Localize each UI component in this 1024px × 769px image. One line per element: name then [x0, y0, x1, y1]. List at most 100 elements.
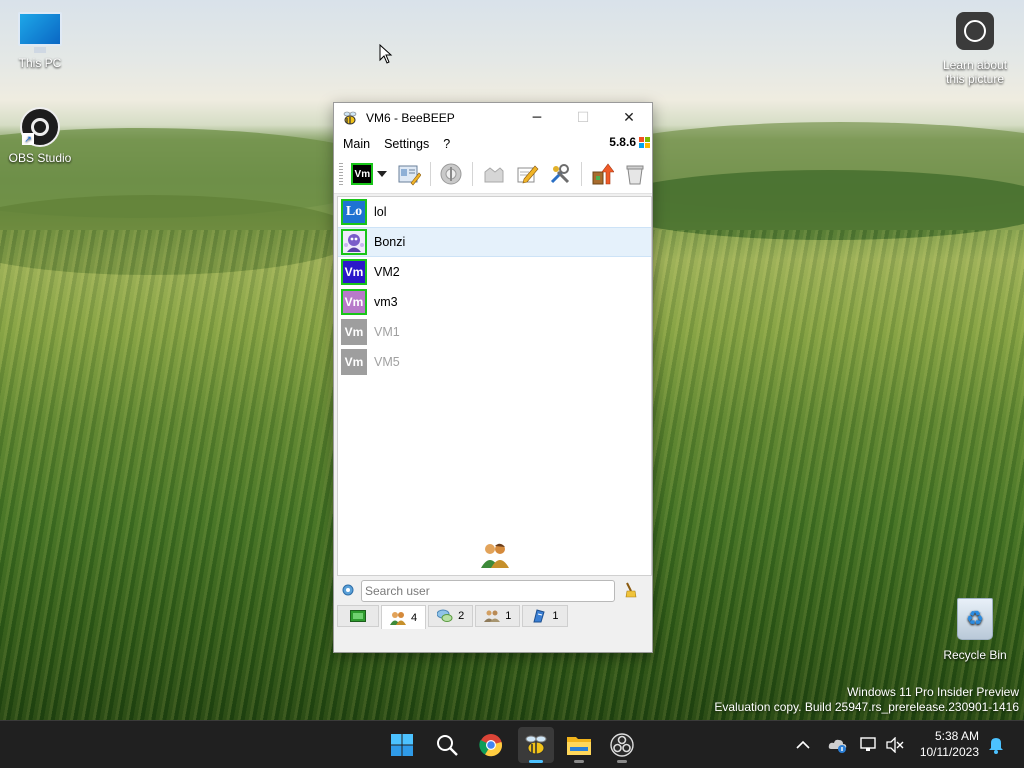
chevron-down-icon [377, 171, 388, 177]
profile-avatar: Vm [351, 163, 374, 185]
windows-start-icon [391, 734, 413, 756]
window-title: VM6 - BeeBEEP [366, 111, 455, 125]
minimize-button[interactable]: ─ [514, 103, 560, 133]
file-explorer-taskbar-button[interactable] [561, 727, 597, 763]
group-users-icon [484, 610, 501, 622]
beebeep-taskbar-button[interactable] [518, 727, 554, 763]
toolbar-grip[interactable] [339, 163, 343, 185]
title-bar[interactable]: VM6 - BeeBEEP ─ ☐ ✕ [334, 103, 652, 133]
desktop-icon-label: OBS Studio [8, 151, 72, 165]
window-controls: ─ ☐ ✕ [514, 103, 652, 133]
user-row-vm3[interactable]: Vm vm3 [338, 287, 651, 317]
volume-muted-icon [886, 737, 904, 753]
toolbar-separator [472, 162, 474, 186]
users-icon [390, 611, 406, 625]
user-avatar: Vm [341, 289, 367, 315]
desktop-icon-label: This PC [18, 56, 62, 70]
profile-status-button[interactable]: Vm [350, 160, 389, 188]
chrome-icon [479, 734, 503, 757]
tab-chats[interactable]: 2 [428, 605, 474, 627]
running-indicator [529, 760, 543, 763]
close-button[interactable]: ✕ [606, 103, 652, 133]
user-row-vm1[interactable]: Vm VM1 [338, 317, 651, 347]
version-info[interactable]: 5.8.6 [609, 135, 650, 149]
clear-history-button[interactable] [622, 160, 649, 188]
user-list[interactable]: Lo lol Bonzi Vm VM2 Vm vm3 Vm VM1 Vm VM5 [337, 196, 652, 576]
desktop-icon-learn-about-picture[interactable]: Learn about this picture [935, 12, 1015, 86]
user-name: vm3 [374, 295, 398, 309]
users-watermark-icon [479, 542, 511, 571]
search-icon [437, 735, 458, 756]
start-button[interactable] [384, 727, 420, 763]
network-broadcast-button[interactable] [438, 160, 465, 188]
user-name: VM1 [374, 325, 400, 339]
watermark-line: Evaluation copy. Build 25947.rs_prerelea… [714, 700, 1019, 714]
tools-settings-button[interactable] [546, 160, 573, 188]
home-monitor-icon [350, 610, 366, 622]
tab-groups[interactable]: 1 [475, 605, 521, 627]
chrome-taskbar-button[interactable] [473, 727, 509, 763]
edit-profile-button[interactable] [396, 160, 423, 188]
chevron-up-icon [796, 740, 810, 749]
tools-icon [550, 164, 570, 184]
view-tabs: 4 2 1 1 [337, 605, 652, 629]
clock-time: 5:38 AM [934, 729, 979, 743]
network-tray-button[interactable] [860, 721, 878, 769]
user-row-vm5[interactable]: Vm VM5 [338, 347, 651, 377]
notification-bell-icon [989, 738, 1003, 754]
recycle-bin-icon: ♻ [957, 598, 993, 640]
tab-home[interactable] [337, 605, 379, 627]
this-pc-icon [18, 12, 62, 53]
desktop-icon-this-pc[interactable]: This PC [0, 12, 80, 70]
toolbar-separator [580, 162, 582, 186]
search-options-gear-icon[interactable] [341, 583, 355, 600]
user-name: VM2 [374, 265, 400, 279]
toolbar-separator [429, 162, 431, 186]
menu-settings[interactable]: Settings [379, 137, 434, 151]
taskbar-clock[interactable]: 5:38 AM 10/11/2023 [920, 728, 979, 760]
search-button[interactable] [429, 727, 465, 763]
search-user-input[interactable] [361, 580, 615, 602]
tab-shares-count: 1 [552, 610, 559, 622]
tab-shares[interactable]: 1 [522, 605, 568, 627]
obs-studio-icon [610, 733, 634, 757]
trash-bin-icon [626, 165, 644, 185]
learn-camera-icon [956, 12, 994, 50]
volume-tray-button[interactable] [886, 721, 904, 769]
show-hidden-icons-button[interactable] [796, 721, 810, 769]
tab-users[interactable]: 4 [381, 605, 427, 629]
write-message-button[interactable] [513, 160, 540, 188]
broadcast-icon [440, 163, 462, 185]
create-group-button[interactable] [480, 160, 507, 188]
windows-logo-icon [639, 136, 650, 148]
clear-search-broom-icon[interactable] [623, 582, 637, 601]
bonzi-avatar-icon [341, 229, 367, 255]
desktop-icon-obs-studio[interactable]: ↗ OBS Studio [0, 107, 80, 165]
user-avatar: Lo [341, 199, 367, 225]
group-icon [484, 167, 504, 183]
share-file-icon [533, 609, 545, 623]
user-avatar: Vm [341, 319, 367, 345]
pencil-paper-icon [517, 165, 539, 184]
network-monitor-icon [860, 737, 876, 751]
beebeep-icon [525, 735, 547, 755]
maximize-button[interactable]: ☐ [560, 103, 606, 133]
beebeep-app-icon [343, 111, 357, 125]
taskbar: 5:38 AM 10/11/2023 [0, 720, 1024, 768]
obs-taskbar-button[interactable] [604, 727, 640, 763]
notifications-button[interactable] [988, 721, 1004, 769]
update-download-button[interactable] [589, 160, 616, 188]
menu-main[interactable]: Main [338, 137, 375, 151]
onedrive-tray-button[interactable] [828, 721, 848, 769]
tab-groups-count: 1 [505, 610, 512, 622]
user-row-bonzi[interactable]: Bonzi [338, 227, 651, 257]
user-row-lol[interactable]: Lo lol [338, 197, 651, 227]
menu-help[interactable]: ? [438, 137, 455, 151]
download-box-icon [592, 163, 615, 185]
user-row-vm2[interactable]: Vm VM2 [338, 257, 651, 287]
desktop-icon-recycle-bin[interactable]: ♻ Recycle Bin [935, 598, 1015, 662]
watermark-line: Windows 11 Pro Insider Preview [847, 685, 1019, 699]
chat-bubbles-icon [437, 609, 453, 622]
obs-studio-icon: ↗ [20, 107, 60, 147]
running-indicator [617, 760, 627, 763]
